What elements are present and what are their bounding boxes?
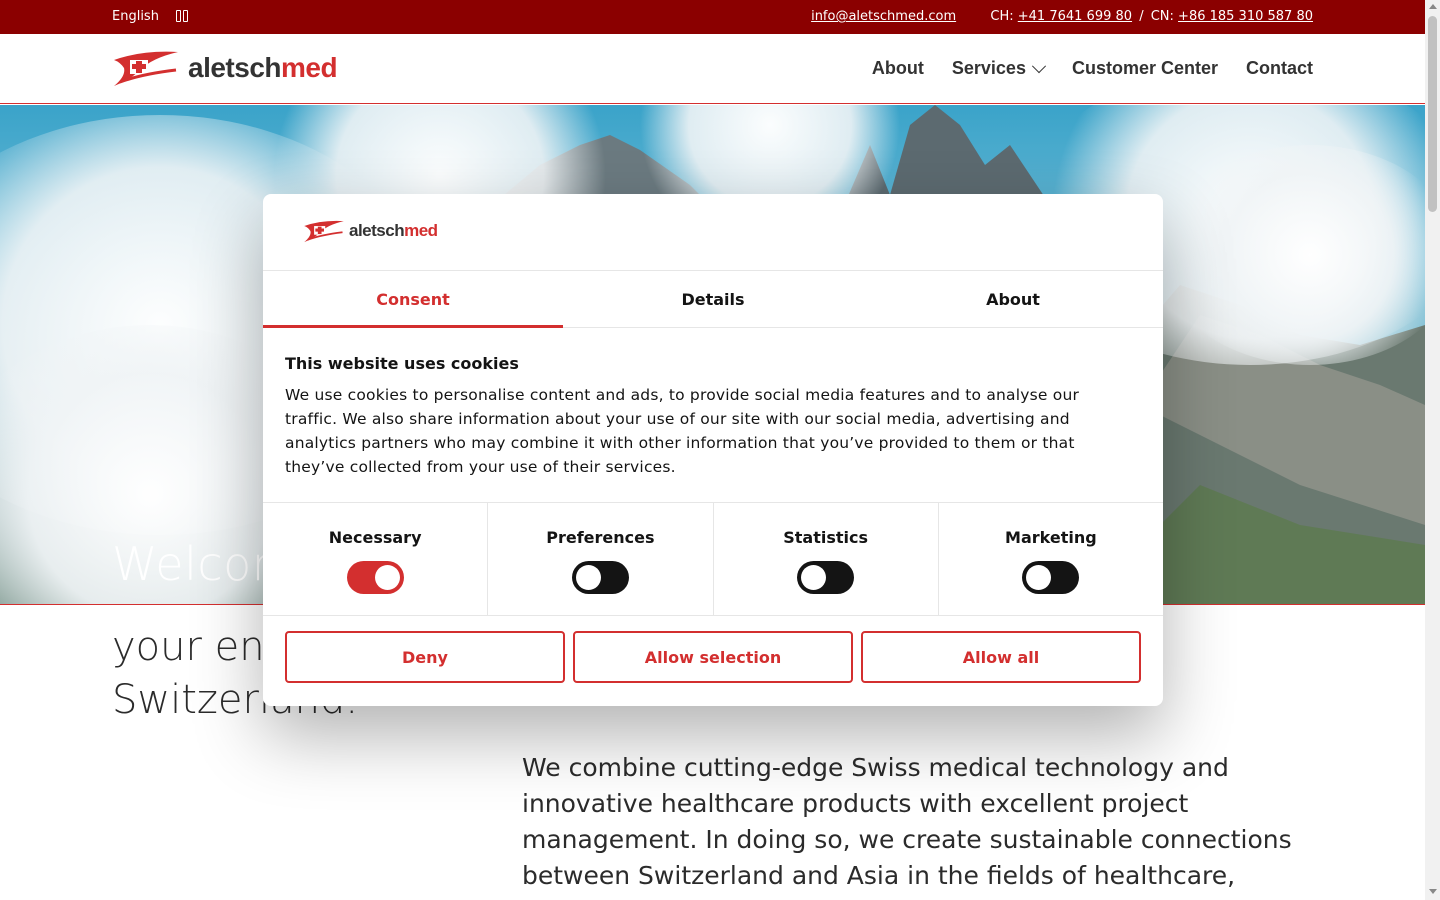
nav-about[interactable]: About	[872, 58, 924, 79]
allow-all-button[interactable]: Allow all	[861, 631, 1141, 683]
nav-services-label: Services	[951, 58, 1026, 78]
dialog-logo: aletschmed	[303, 218, 438, 244]
scrollbar-thumb[interactable]	[1428, 16, 1437, 212]
site-logo[interactable]: aletschmed	[112, 48, 338, 88]
category-marketing: Marketing	[939, 503, 1163, 615]
category-label: Marketing	[1005, 528, 1097, 547]
contact-info: info@aletschmed.com CH: +41 7641 699 80 …	[811, 9, 1313, 24]
nav-customer-center[interactable]: Customer Center	[1072, 58, 1218, 79]
toggle-knob	[374, 565, 400, 590]
site-header: aletschmed About Services Customer Cente…	[0, 34, 1425, 104]
main-nav: About Services Customer Center Contact	[872, 58, 1313, 79]
tab-about[interactable]: About	[863, 271, 1163, 327]
toggle-knob	[1026, 565, 1052, 590]
cn-phone-link[interactable]: +86 185 310 587 80	[1178, 9, 1313, 24]
tab-details[interactable]: Details	[563, 271, 863, 327]
language-toggle-icon[interactable]	[176, 10, 188, 22]
deny-button[interactable]: Deny	[285, 631, 565, 683]
chevron-down-icon	[1031, 58, 1047, 73]
category-statistics: Statistics	[714, 503, 939, 615]
ch-phone-link[interactable]: +41 7641 699 80	[1018, 9, 1132, 24]
dialog-logo-wordmark: aletschmed	[349, 221, 438, 240]
phone-separator: /	[1139, 9, 1144, 24]
cookie-consent-dialog: aletschmed Consent Details About This we…	[263, 194, 1163, 706]
dialog-buttons: Deny Allow selection Allow all	[285, 631, 1141, 683]
marketing-toggle[interactable]	[1022, 561, 1080, 594]
necessary-toggle[interactable]	[346, 561, 404, 594]
logo-wordmark: aletschmed	[188, 52, 338, 83]
statistics-toggle[interactable]	[797, 561, 855, 594]
aletschmed-logo-icon	[114, 51, 178, 86]
email-link[interactable]: info@aletschmed.com	[811, 9, 956, 24]
cookie-category-toggles: Necessary Preferences Statistics Marketi…	[263, 502, 1163, 616]
category-necessary: Necessary	[263, 503, 489, 615]
preferences-toggle[interactable]	[571, 561, 629, 594]
aletschmed-logo-icon	[304, 220, 344, 243]
scroll-up-arrow-icon[interactable]	[1429, 4, 1437, 9]
toggle-knob	[575, 565, 601, 590]
ch-label: CH:	[990, 9, 1014, 24]
allow-selection-button[interactable]: Allow selection	[573, 631, 853, 683]
tab-consent[interactable]: Consent	[263, 271, 563, 328]
category-label: Statistics	[783, 528, 868, 547]
nav-contact[interactable]: Contact	[1246, 58, 1313, 79]
dialog-tabs: Consent Details About	[263, 271, 1163, 328]
top-bar: English info@aletschmed.com CH: +41 7641…	[0, 0, 1425, 34]
dialog-body-text: We use cookies to personalise content an…	[285, 386, 1080, 476]
category-label: Necessary	[328, 528, 422, 547]
category-label: Preferences	[546, 528, 655, 547]
dialog-title: This website uses cookies	[285, 354, 519, 373]
cn-label: CN:	[1150, 9, 1174, 24]
hero-heading-line2: your ent	[112, 624, 281, 670]
toggle-knob	[801, 565, 827, 590]
page-scrollbar[interactable]	[1425, 0, 1440, 900]
nav-services[interactable]: Services	[951, 58, 1047, 79]
scroll-down-arrow-icon[interactable]	[1429, 889, 1437, 894]
intro-paragraph: We combine cutting-edge Swiss medical te…	[522, 753, 1292, 890]
language-selector[interactable]: English	[112, 9, 159, 24]
category-preferences: Preferences	[488, 503, 714, 615]
